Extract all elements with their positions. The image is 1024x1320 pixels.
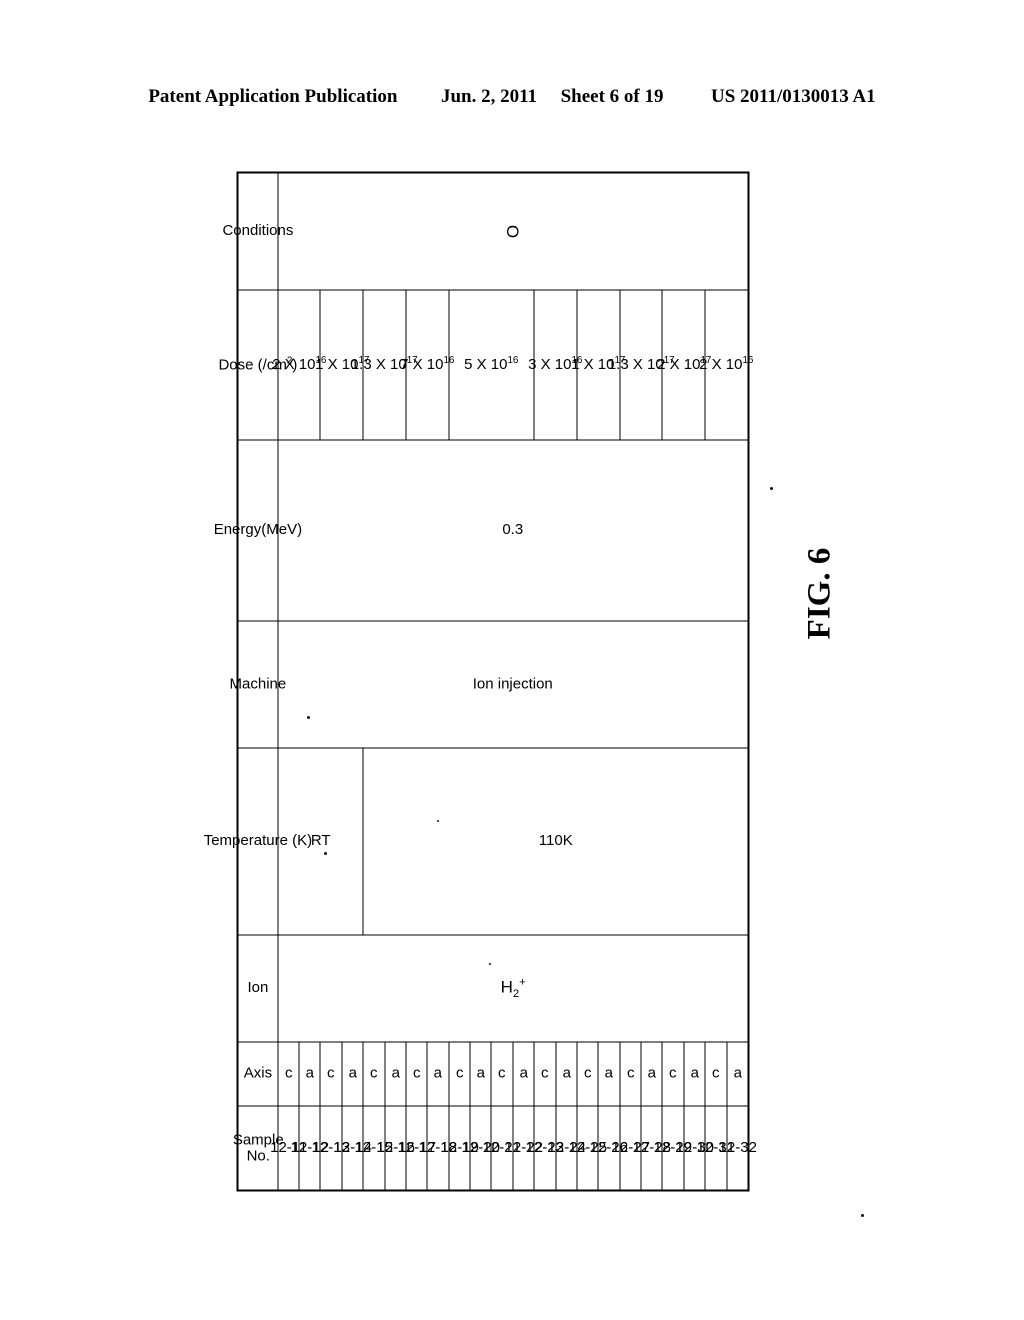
conditions-circle-mark: O (502, 224, 522, 238)
energy-value: 0.3 (501, 520, 523, 538)
table-header-row: Sample No. Axis Ion Temperature (K) Mach… (203, 172, 312, 1190)
table-body: Sample No. Axis Ion Temperature (K) Mach… (203, 172, 756, 1190)
publication-number: US 2011/0130013 A1 (710, 86, 876, 107)
sample-conditions-table: Sample No. Axis Ion Temperature (K) Mach… (203, 170, 756, 1192)
cell-machine: Ion injection (277, 620, 748, 748)
cell-conditions: O (277, 172, 748, 290)
axis-value: a (732, 1064, 741, 1082)
dose-mantissa: 2 X 10 (698, 355, 743, 373)
scan-speck (324, 852, 327, 855)
figure-table-rotation: Sample No. Axis Ion Temperature (K) Mach… (203, 170, 756, 1192)
ion-value: H2+ (499, 976, 525, 1000)
scan-speck (489, 963, 491, 965)
conditions-header-label: Conditions (221, 221, 293, 239)
column-header-energy: Energy(MeV) (213, 439, 302, 621)
cell-temperature: 110K (362, 747, 748, 935)
machine-value: Ion injection (472, 674, 553, 692)
dose-exponent: 16 (742, 354, 754, 366)
column-header-machine: Machine (229, 620, 286, 748)
cell-axis: a (726, 1041, 748, 1106)
cell-ion: H2+ (277, 934, 748, 1042)
dose-value: 2 X 1016 (652, 354, 801, 374)
temperature-value: 110K (538, 831, 573, 849)
publication-header: Patent Application Publication Jun. 2, 2… (0, 86, 1024, 108)
figure-table-stage: Sample No. Axis Ion Temperature (K) Mach… (203, 170, 756, 1192)
publication-date: Jun. 2, 2011 (440, 86, 538, 107)
sheet-number: Sheet 6 of 19 (560, 86, 664, 107)
sample-no-value: 12-32 (717, 1138, 756, 1156)
publication-title: Patent Application Publication (148, 86, 398, 107)
scan-speck (770, 487, 773, 490)
scan-speck (307, 716, 310, 719)
scan-speck (861, 1214, 864, 1217)
column-header-ion: Ion (237, 934, 278, 1042)
cell-dose: 2 X 1016 (699, 289, 753, 440)
column-header-conditions: Conditions (222, 172, 293, 290)
temperature-value: RT (310, 831, 330, 849)
energy-header-label: Energy(MeV) (213, 520, 302, 538)
ion-header-label: Ion (246, 978, 268, 996)
cell-temperature: RT (277, 747, 363, 935)
cell-sample-no: 12-32 (718, 1105, 756, 1190)
figure-label: FIG. 6 (801, 547, 838, 640)
scan-speck (437, 820, 439, 822)
machine-header-label: Machine (228, 674, 286, 692)
